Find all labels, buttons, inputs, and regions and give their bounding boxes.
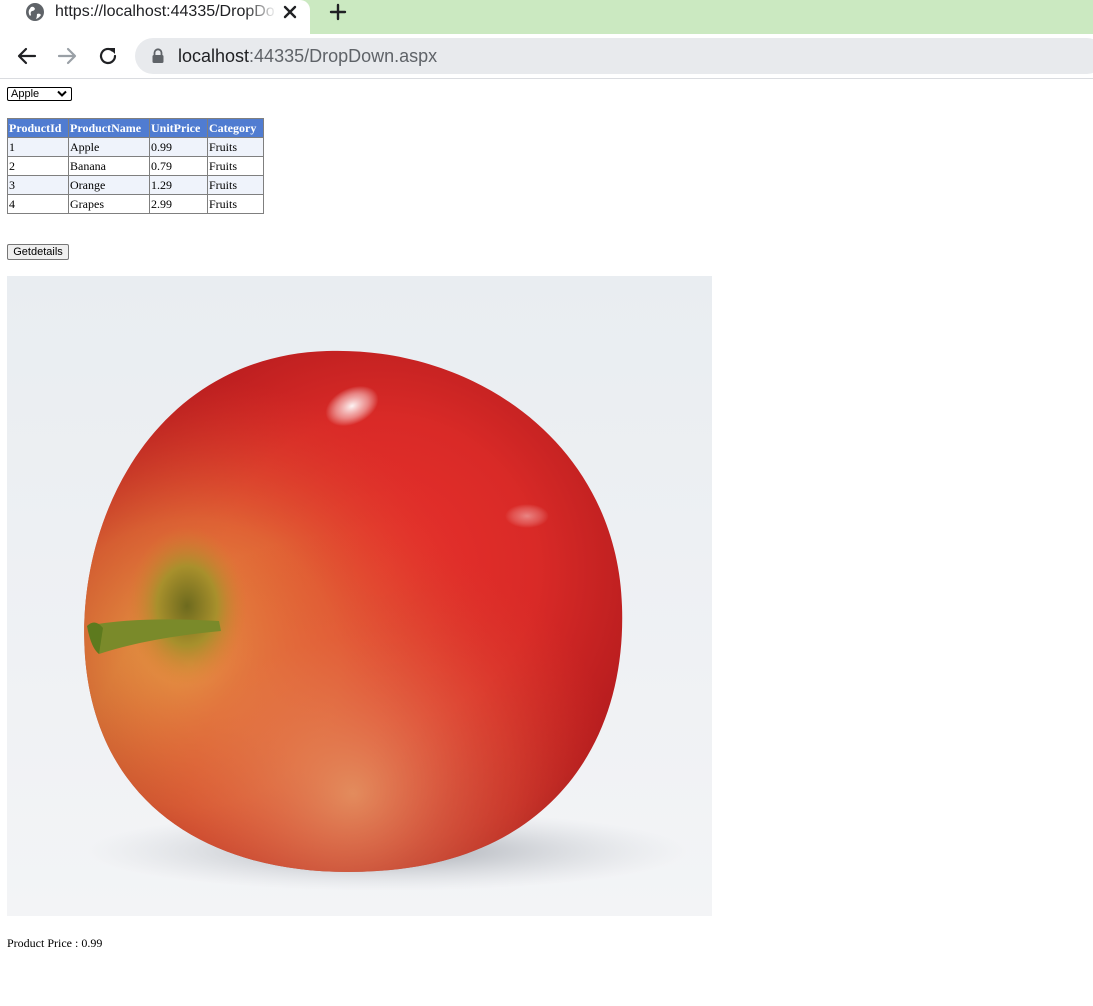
- cell-category: Fruits: [207, 194, 264, 214]
- cell-productname: Banana: [68, 156, 150, 176]
- table-row: 3 Orange 1.29 Fruits: [7, 175, 264, 195]
- browser-toolbar: localhost:44335/DropDown.aspx: [0, 34, 1093, 79]
- table-header-row: ProductId ProductName UnitPrice Category: [7, 118, 264, 138]
- globe-icon: [26, 3, 44, 21]
- cell-productid: 4: [7, 194, 69, 214]
- cell-productid: 1: [7, 137, 69, 157]
- table-row: 4 Grapes 2.99 Fruits: [7, 194, 264, 214]
- cell-category: Fruits: [207, 175, 264, 195]
- column-header-productname: ProductName: [68, 118, 150, 138]
- forward-arrow-icon[interactable]: [55, 44, 79, 68]
- column-header-category: Category: [207, 118, 264, 138]
- reload-icon[interactable]: [96, 44, 120, 68]
- cell-unitprice: 2.99: [149, 194, 208, 214]
- url-text[interactable]: localhost:44335/DropDown.aspx: [178, 45, 437, 67]
- product-image: [7, 276, 712, 916]
- cell-productname: Orange: [68, 175, 150, 195]
- tab-strip: https://localhost:44335/DropDown.aspx: [0, 0, 1093, 34]
- close-icon[interactable]: [280, 2, 300, 22]
- cell-category: Fruits: [207, 156, 264, 176]
- product-price-label: Product Price : 0.99: [7, 936, 103, 950]
- cell-productname: Apple: [68, 137, 150, 157]
- column-header-unitprice: UnitPrice: [149, 118, 208, 138]
- lock-icon[interactable]: [151, 48, 165, 64]
- cell-unitprice: 1.29: [149, 175, 208, 195]
- url-host: localhost: [178, 46, 250, 66]
- cell-unitprice: 0.99: [149, 137, 208, 157]
- tab-title: https://localhost:44335/DropDown.aspx: [55, 3, 275, 20]
- dropdown-selected-value: Apple: [11, 88, 40, 100]
- column-header-productid: ProductId: [7, 118, 69, 138]
- address-bar[interactable]: localhost:44335/DropDown.aspx: [135, 38, 1093, 74]
- table-row: 1 Apple 0.99 Fruits: [7, 137, 264, 157]
- get-details-button[interactable]: Getdetails: [7, 244, 69, 260]
- products-table: ProductId ProductName UnitPrice Category…: [7, 118, 264, 214]
- cell-category: Fruits: [207, 137, 264, 157]
- browser-tab[interactable]: https://localhost:44335/DropDown.aspx: [0, 0, 310, 34]
- cell-unitprice: 0.79: [149, 156, 208, 176]
- table-row: 2 Banana 0.79 Fruits: [7, 156, 264, 176]
- chevron-down-icon: [57, 90, 67, 97]
- tab-title-fade: [245, 0, 277, 28]
- cell-productid: 2: [7, 156, 69, 176]
- new-tab-icon[interactable]: [327, 1, 349, 23]
- cell-productname: Grapes: [68, 194, 150, 214]
- back-arrow-icon[interactable]: [15, 44, 39, 68]
- product-dropdown[interactable]: Apple: [7, 87, 72, 101]
- url-path: :44335/DropDown.aspx: [249, 46, 438, 66]
- cell-productid: 3: [7, 175, 69, 195]
